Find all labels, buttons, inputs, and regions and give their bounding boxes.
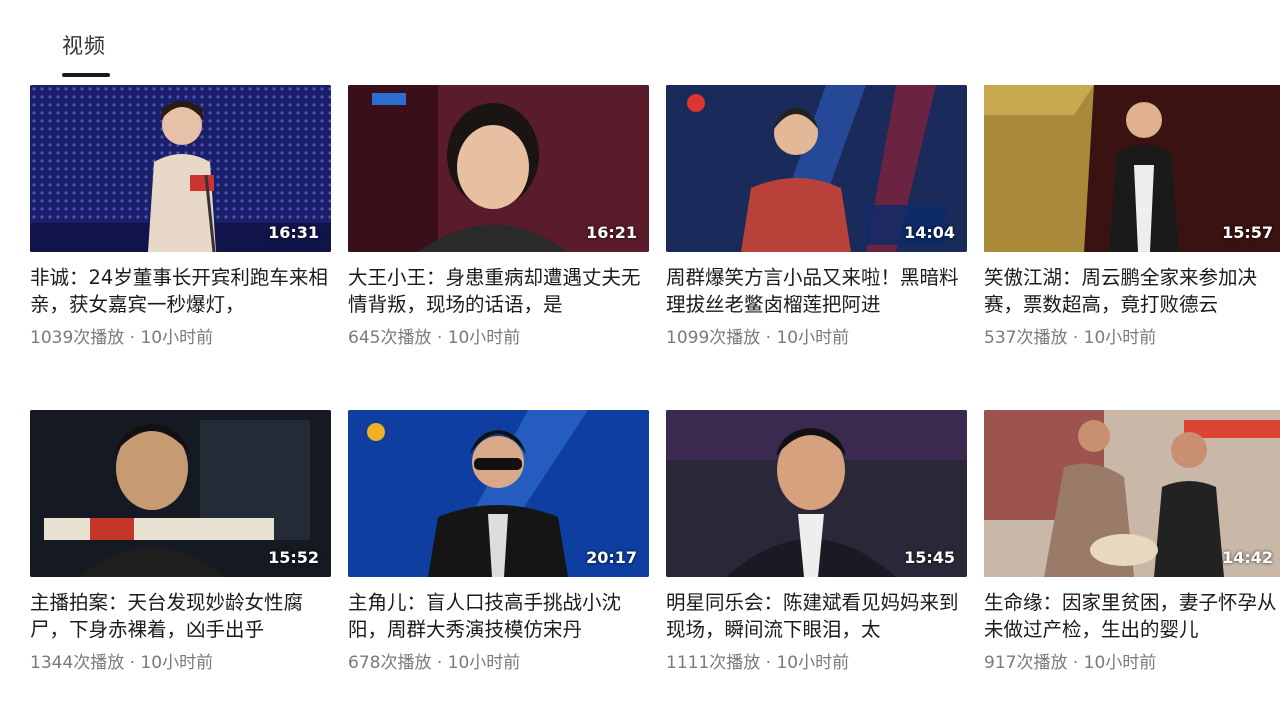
video-title[interactable]: 生命缘：因家里贫困，妻子怀孕从未做过产检，生出的婴儿 [984, 589, 1280, 643]
video-meta: 1099次播放 · 10小时前 [666, 323, 967, 348]
video-meta: 645次播放 · 10小时前 [348, 323, 649, 348]
publish-time: 10小时前 [447, 653, 521, 673]
video-title[interactable]: 笑傲江湖：周云鹏全家来参加决赛，票数超高，竟打败德云 [984, 264, 1280, 318]
tab-videos[interactable]: 视频 [62, 30, 106, 60]
play-count: 1344次播放 [30, 653, 125, 673]
video-title[interactable]: 周群爆笑方言小品又来啦！黑暗料理拔丝老鳖卤榴莲把阿进 [666, 264, 967, 318]
publish-time: 10小时前 [1083, 653, 1157, 673]
publish-time: 10小时前 [447, 328, 521, 348]
video-thumbnail[interactable]: 15:52 [30, 410, 331, 577]
meta-separator: · [760, 328, 777, 348]
video-duration: 20:17 [586, 548, 637, 567]
video-duration: 14:42 [1222, 548, 1273, 567]
play-count: 537次播放 [984, 328, 1068, 348]
video-card[interactable]: 16:21 大王小王：身患重病却遭遇丈夫无情背叛，现场的话语，是 645次播放 … [348, 85, 649, 348]
video-duration: 16:31 [268, 223, 319, 242]
video-meta: 678次播放 · 10小时前 [348, 648, 649, 673]
video-duration: 15:52 [268, 548, 319, 567]
meta-separator: · [431, 653, 448, 673]
play-count: 917次播放 [984, 653, 1068, 673]
video-thumbnail[interactable]: 16:31 [30, 85, 331, 252]
video-thumbnail[interactable]: 14:04 [666, 85, 967, 252]
tab-bar: 视频 [0, 0, 1280, 80]
video-thumbnail[interactable]: 16:21 [348, 85, 649, 252]
play-count: 1039次播放 [30, 328, 125, 348]
video-duration: 16:21 [586, 223, 637, 242]
publish-time: 10小时前 [776, 328, 850, 348]
video-meta: 1039次播放 · 10小时前 [30, 323, 331, 348]
video-card[interactable]: 15:52 主播拍案：天台发现妙龄女性腐尸，下身赤裸着，凶手出乎 1344次播放… [30, 410, 331, 673]
meta-separator: · [431, 328, 448, 348]
meta-separator: · [124, 328, 141, 348]
video-card[interactable]: 15:45 明星同乐会：陈建斌看见妈妈来到现场，瞬间流下眼泪，太 1111次播放… [666, 410, 967, 673]
meta-separator: · [124, 653, 141, 673]
tab-active-indicator [62, 73, 110, 77]
video-title[interactable]: 非诚：24岁董事长开宾利跑车来相亲，获女嘉宾一秒爆灯， [30, 264, 331, 318]
video-thumbnail[interactable]: 14:42 [984, 410, 1280, 577]
play-count: 1111次播放 [666, 653, 761, 673]
video-meta: 537次播放 · 10小时前 [984, 323, 1280, 348]
publish-time: 10小时前 [776, 653, 850, 673]
meta-separator: · [1067, 653, 1084, 673]
video-meta: 1344次播放 · 10小时前 [30, 648, 331, 673]
video-card[interactable]: 16:31 非诚：24岁董事长开宾利跑车来相亲，获女嘉宾一秒爆灯， 1039次播… [30, 85, 331, 348]
play-count: 1099次播放 [666, 328, 761, 348]
meta-separator: · [1067, 328, 1084, 348]
video-thumbnail[interactable]: 20:17 [348, 410, 649, 577]
video-thumbnail[interactable]: 15:57 [984, 85, 1280, 252]
video-meta: 1111次播放 · 10小时前 [666, 648, 967, 673]
video-title[interactable]: 大王小王：身患重病却遭遇丈夫无情背叛，现场的话语，是 [348, 264, 649, 318]
video-meta: 917次播放 · 10小时前 [984, 648, 1280, 673]
video-title[interactable]: 主角儿：盲人口技高手挑战小沈阳，周群大秀演技模仿宋丹 [348, 589, 649, 643]
video-card[interactable]: 14:04 周群爆笑方言小品又来啦！黑暗料理拔丝老鳖卤榴莲把阿进 1099次播放… [666, 85, 967, 348]
play-count: 678次播放 [348, 653, 432, 673]
video-duration: 14:04 [904, 223, 955, 242]
video-thumbnail[interactable]: 15:45 [666, 410, 967, 577]
publish-time: 10小时前 [140, 328, 214, 348]
publish-time: 10小时前 [140, 653, 214, 673]
play-count: 645次播放 [348, 328, 432, 348]
video-card[interactable]: 20:17 主角儿：盲人口技高手挑战小沈阳，周群大秀演技模仿宋丹 678次播放 … [348, 410, 649, 673]
video-card[interactable]: 15:57 笑傲江湖：周云鹏全家来参加决赛，票数超高，竟打败德云 537次播放 … [984, 85, 1280, 348]
video-duration: 15:57 [1222, 223, 1273, 242]
video-card[interactable]: 14:42 生命缘：因家里贫困，妻子怀孕从未做过产检，生出的婴儿 917次播放 … [984, 410, 1280, 673]
video-duration: 15:45 [904, 548, 955, 567]
meta-separator: · [760, 653, 777, 673]
publish-time: 10小时前 [1083, 328, 1157, 348]
video-title[interactable]: 主播拍案：天台发现妙龄女性腐尸，下身赤裸着，凶手出乎 [30, 589, 331, 643]
video-title[interactable]: 明星同乐会：陈建斌看见妈妈来到现场，瞬间流下眼泪，太 [666, 589, 967, 643]
